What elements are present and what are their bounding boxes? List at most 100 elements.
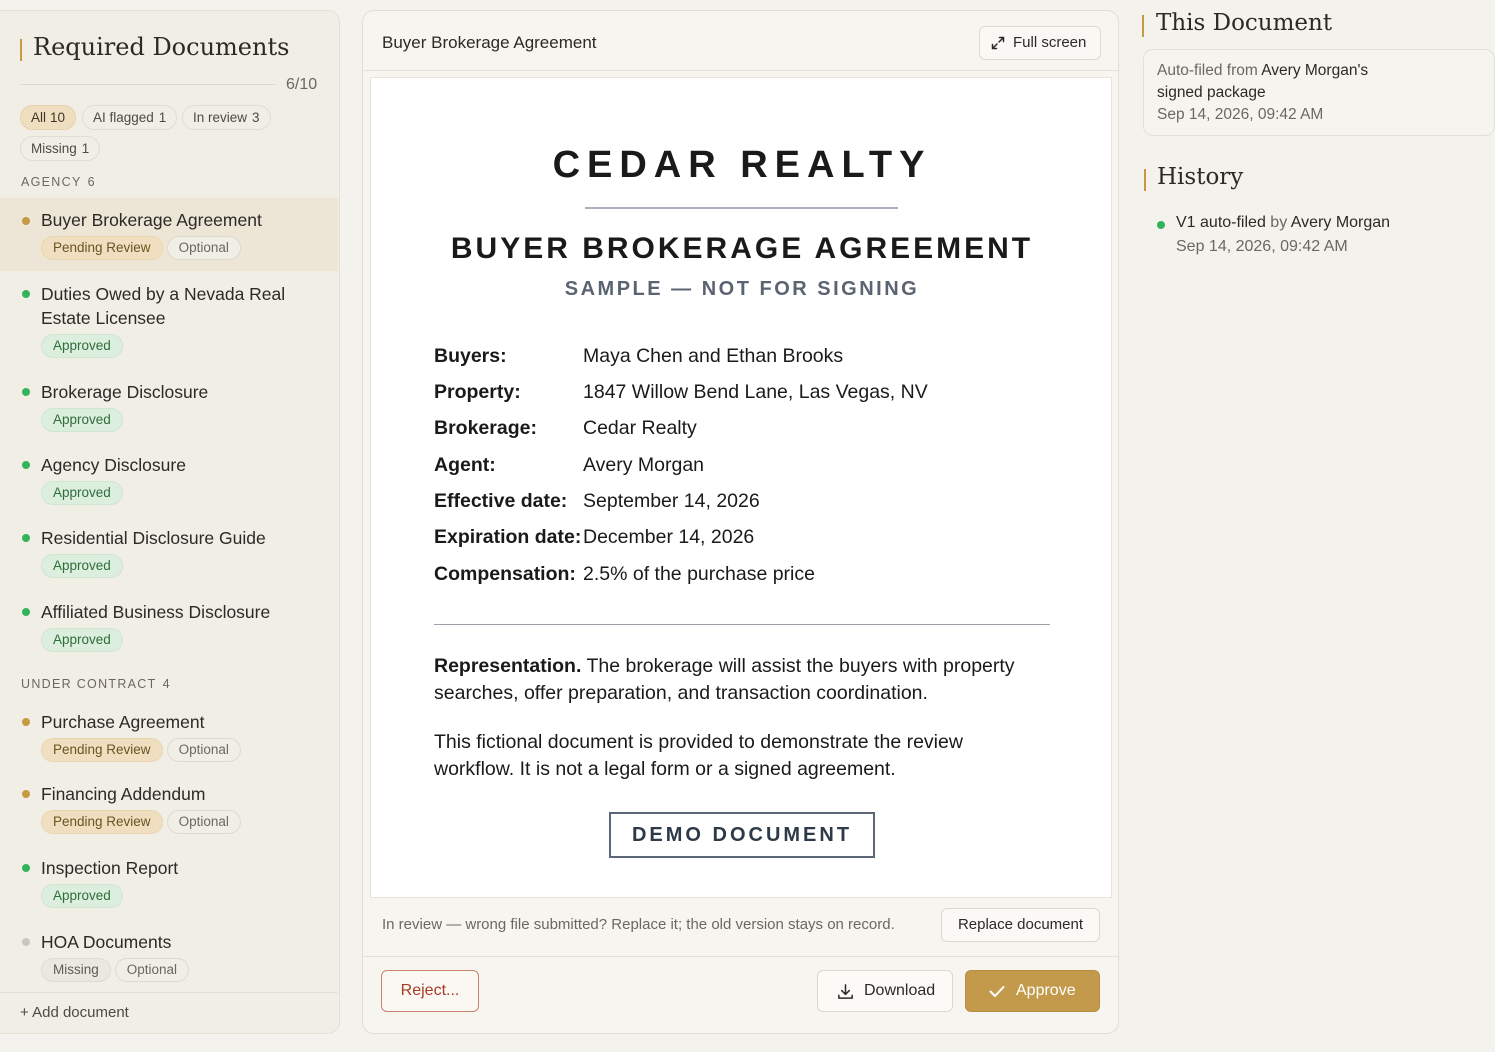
this-document-heading: This Document <box>1156 10 1333 36</box>
expand-icon <box>991 36 1005 50</box>
field-label: Buyers: <box>434 345 507 367</box>
field-row-compensation: Compensation: 2.5% of the purchase price <box>434 563 1054 593</box>
approve-button[interactable]: Approve <box>965 970 1100 1012</box>
approved-badge: Approved <box>41 628 123 652</box>
progress-track <box>20 84 276 85</box>
full-screen-button[interactable]: Full screen <box>979 26 1101 60</box>
source-info-card: Auto-filed from Avery Morgan's signed pa… <box>1143 49 1495 136</box>
document-item-badges: Approved <box>41 408 127 432</box>
history-version: V1 auto-filed <box>1176 214 1266 231</box>
document-item-financing-addendum[interactable]: Financing Addendum Pending Review Optiona… <box>0 782 338 842</box>
document-item-title: Agency Disclosure <box>41 455 186 475</box>
group-count: 4 <box>162 677 171 691</box>
field-value: September 14, 2026 <box>583 490 760 512</box>
document-item-title: Financing Addendum <box>41 784 206 804</box>
document-item-badges: Approved <box>41 481 127 505</box>
field-value: 1847 Willow Bend Lane, Las Vegas, NV <box>583 381 928 403</box>
pending-review-badge: Pending Review <box>41 810 163 834</box>
document-item-title: Buyer Brokerage Agreement <box>41 210 262 230</box>
download-label: Download <box>864 982 936 999</box>
document-item-buyer-brokerage-agreement[interactable]: Buyer Brokerage Agreement Pending Review… <box>0 198 338 271</box>
filter-chip-count: 1 <box>81 141 90 156</box>
status-dot <box>22 217 30 225</box>
document-viewer: Buyer Brokerage Agreement Full screen CE… <box>362 10 1119 1034</box>
field-value: Avery Morgan <box>583 454 705 476</box>
document-item-purchase-agreement[interactable]: Purchase Agreement Pending Review Optiona… <box>0 710 338 770</box>
accent-bar <box>1144 169 1146 191</box>
group-name: UNDER CONTRACT <box>21 677 157 691</box>
demo-stamp: DEMO DOCUMENT <box>609 812 875 858</box>
divider <box>0 992 338 993</box>
field-row-buyers: Buyers: Maya Chen and Ethan Brooks <box>434 345 1054 375</box>
document-item-hoa-documents[interactable]: HOA Documents Missing Optional <box>0 930 338 990</box>
field-label: Property: <box>434 381 521 403</box>
source-name: Avery Morgan's <box>1261 62 1369 79</box>
accent-bar <box>20 39 22 61</box>
document-item-duties-owed[interactable]: Duties Owed by a Nevada Real Estate Lice… <box>0 282 338 366</box>
field-row-effective-date: Effective date: September 14, 2026 <box>434 490 1054 520</box>
approved-badge: Approved <box>41 481 123 505</box>
document-item-title: Purchase Agreement <box>41 712 205 732</box>
source-suffix: signed package <box>1157 84 1266 101</box>
document-item-title: Duties Owed by a Nevada Real Estate Lice… <box>41 284 286 328</box>
optional-badge: Optional <box>166 236 241 260</box>
filter-chip-label: In review <box>193 110 248 125</box>
filter-chip-in-review[interactable]: In review 3 <box>182 105 271 130</box>
document-item-badges: Approved <box>41 628 127 652</box>
filter-chip-label: Missing <box>31 141 77 156</box>
brand-rule <box>585 207 898 209</box>
add-document-button[interactable]: + Add document <box>20 1004 129 1021</box>
field-row-brokerage: Brokerage: Cedar Realty <box>434 417 1054 447</box>
document-item-inspection-report[interactable]: Inspection Report Approved <box>0 856 338 916</box>
sidebar-header: Required Documents <box>20 33 319 73</box>
documents-sidebar: Required Documents 6/10 All 10 AI flagged… <box>0 10 340 1034</box>
history-actor: Avery Morgan <box>1290 214 1391 231</box>
review-note: In review — wrong file submitted? Replac… <box>382 916 895 933</box>
source-line: Auto-filed from Avery Morgan's <box>1157 62 1368 80</box>
document-item-badges: Approved <box>41 554 127 578</box>
document-brand: CEDAR REALTY <box>552 144 932 186</box>
document-item-title: Affiliated Business Disclosure <box>41 602 271 622</box>
download-button[interactable]: Download <box>817 970 953 1012</box>
status-dot <box>22 864 30 872</box>
history-by: by <box>1270 214 1288 231</box>
status-dot <box>22 938 30 946</box>
filter-chip-missing[interactable]: Missing 1 <box>20 136 101 161</box>
document-heading: BUYER BROKERAGE AGREEMENT <box>450 232 1034 265</box>
document-item-agency-disclosure[interactable]: Agency Disclosure Approved <box>0 453 338 513</box>
filter-chip-all[interactable]: All 10 <box>20 105 77 130</box>
filter-chip-ai-flagged[interactable]: AI flagged 1 <box>82 105 178 130</box>
document-divider <box>434 624 1050 625</box>
reject-button[interactable]: Reject... <box>381 970 479 1012</box>
group-label-agency: AGENCY 6 <box>21 175 96 189</box>
document-item-residential-disclosure-guide[interactable]: Residential Disclosure Guide Approved <box>0 526 338 586</box>
document-item-badges: Approved <box>41 884 127 908</box>
missing-badge: Missing <box>41 958 111 982</box>
group-count: 6 <box>87 175 96 189</box>
details-panel: This Document Auto-filed from Avery Morg… <box>1136 0 1495 1052</box>
field-label: Expiration date: <box>434 526 582 548</box>
approved-badge: Approved <box>41 334 123 358</box>
divider <box>363 956 1118 957</box>
field-label: Compensation: <box>434 563 576 585</box>
approved-badge: Approved <box>41 884 123 908</box>
document-item-affiliated-business-disclosure[interactable]: Affiliated Business Disclosure Approved <box>0 600 338 660</box>
documents-progress-count: 6/10 <box>286 76 318 93</box>
status-dot <box>22 290 30 298</box>
full-screen-label: Full screen <box>1013 34 1087 51</box>
filter-chip-label: AI flagged <box>93 110 154 125</box>
source-timestamp: Sep 14, 2026, 09:42 AM <box>1157 106 1324 123</box>
optional-badge: Optional <box>166 738 241 762</box>
viewer-title: Buyer Brokerage Agreement <box>382 33 597 52</box>
field-value: December 14, 2026 <box>583 526 755 548</box>
pending-review-badge: Pending Review <box>41 738 163 762</box>
representation-paragraph: Representation. The brokerage will assis… <box>434 653 1034 707</box>
status-dot <box>22 718 30 726</box>
document-item-title: Brokerage Disclosure <box>41 382 209 402</box>
status-dot <box>22 790 30 798</box>
optional-badge: Optional <box>114 958 190 982</box>
document-item-brokerage-disclosure[interactable]: Brokerage Disclosure Approved <box>0 380 338 440</box>
representation-label: Representation. <box>434 655 582 677</box>
replace-document-button[interactable]: Replace document <box>941 908 1100 942</box>
optional-badge: Optional <box>166 810 241 834</box>
